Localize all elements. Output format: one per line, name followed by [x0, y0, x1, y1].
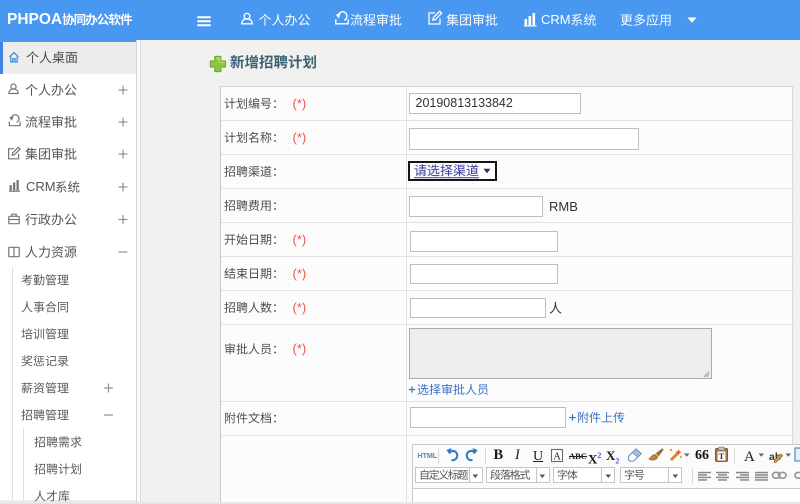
svg-text:A: A [744, 449, 755, 465]
svg-text:A: A [553, 451, 561, 462]
svg-text:T: T [719, 451, 725, 461]
